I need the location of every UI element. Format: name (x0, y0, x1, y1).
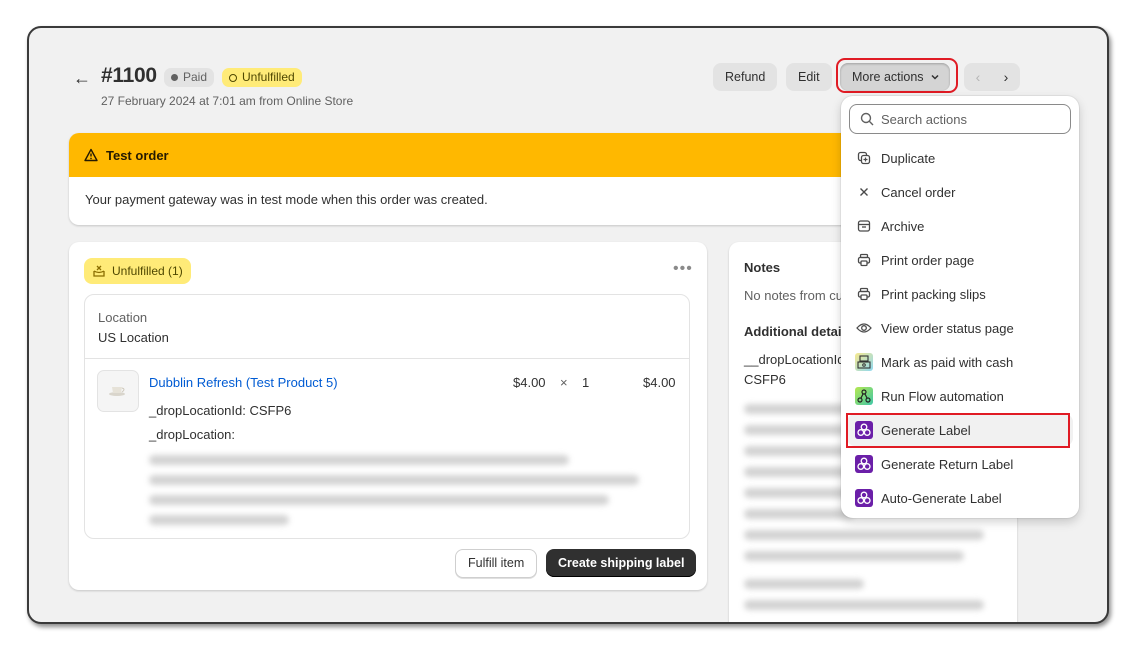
flow-app-icon (855, 387, 873, 405)
property-drop-location: _dropLocation: (149, 427, 236, 442)
menu-item-cancel-order[interactable]: Cancel order (847, 176, 1073, 208)
unfulfilled-count-label: Unfulfilled (1) (112, 264, 183, 278)
menu-item-label: Duplicate (881, 150, 936, 166)
test-order-banner: Test order Your payment gateway was in t… (69, 133, 869, 225)
menu-item-label: Print packing slips (881, 286, 986, 302)
menu-item-generate-return-label[interactable]: Generate Return Label (847, 448, 1073, 480)
menu-item-archive[interactable]: Archive (847, 210, 1073, 242)
menu-item-label: View order status page (881, 320, 1014, 336)
menu-item-label: Generate Return Label (881, 456, 1014, 472)
menu-item-label: Print order page (881, 252, 975, 268)
fulfillment-status-label: Unfulfilled (242, 70, 295, 84)
divider (85, 358, 689, 359)
additional-detail-key: __dropLocationId (744, 352, 845, 367)
search-actions-input[interactable] (881, 111, 1051, 127)
notes-title: Notes (744, 260, 781, 275)
quantity: 1 (582, 375, 590, 390)
payment-status-badge: Paid (164, 68, 215, 87)
label-app-icon (855, 421, 873, 439)
additional-detail-value: CSFP6 (744, 372, 786, 387)
blurred-address-json (149, 455, 639, 525)
banner-title: Test order (106, 147, 169, 163)
location-label: Location (98, 310, 148, 325)
fulfillment-details: Location US Location Dubblin Refresh (Te… (84, 294, 690, 539)
cash-app-icon (855, 353, 873, 371)
x-icon (855, 183, 873, 201)
menu-item-auto-generate-label[interactable]: Auto-Generate Label (847, 482, 1073, 514)
banner-header: Test order (69, 133, 869, 177)
search-icon (860, 112, 874, 126)
menu-item-duplicate[interactable]: Duplicate (847, 142, 1073, 174)
location-value: US Location (98, 330, 169, 345)
menu-item-label: Cancel order (881, 184, 956, 200)
menu-item-mark-paid-cash[interactable]: Mark as paid with cash (847, 346, 1073, 378)
ring-icon (229, 73, 237, 82)
printer-icon (855, 285, 873, 303)
menu-item-label: Mark as paid with cash (881, 354, 1014, 370)
duplicate-icon (855, 149, 873, 167)
card-more-options-icon[interactable]: ••• (673, 260, 693, 278)
menu-item-run-flow[interactable]: Run Flow automation (847, 380, 1073, 412)
refund-button[interactable]: Refund (713, 63, 778, 91)
menu-item-print-order-page[interactable]: Print order page (847, 244, 1073, 276)
unfulfilled-package-icon (93, 265, 105, 277)
more-actions-menu: Duplicate Cancel order Archive Print ord… (841, 96, 1079, 518)
menu-item-label: Auto-Generate Label (881, 490, 1002, 506)
order-date: 27 February 2024 at 7:01 am from Online … (101, 94, 354, 108)
create-shipping-label-button[interactable]: Create shipping label (546, 549, 697, 577)
next-order-button[interactable]: › (992, 63, 1020, 91)
menu-item-print-packing-slips[interactable]: Print packing slips (847, 278, 1073, 310)
product-thumbnail (97, 370, 139, 412)
chevron-down-icon (931, 74, 939, 80)
product-link[interactable]: Dubblin Refresh (Test Product 5) (149, 375, 338, 390)
dot-icon (171, 74, 178, 81)
times-sign: × (560, 375, 568, 390)
menu-item-label: Archive (881, 218, 925, 234)
menu-item-label: Run Flow automation (881, 388, 1004, 404)
label-app-icon (855, 489, 873, 507)
more-actions-label: More actions (852, 70, 924, 84)
edit-button[interactable]: Edit (786, 63, 832, 91)
menu-item-generate-label[interactable]: Generate Label (847, 414, 1073, 446)
back-arrow-icon[interactable]: ← (73, 68, 91, 89)
eye-icon (855, 319, 873, 337)
fulfillment-card: Unfulfilled (1) ••• Location US Location… (69, 242, 707, 590)
teacup-image-icon (109, 387, 125, 396)
printer-icon (855, 251, 873, 269)
warning-icon (84, 148, 98, 162)
fulfillment-status-badge: Unfulfilled (222, 68, 302, 87)
menu-item-label: Generate Label (881, 422, 971, 438)
line-total: $4.00 (643, 375, 676, 390)
unit-price: $4.00 (513, 375, 546, 390)
app-window: ← #1100 Paid Unfulfilled 27 February 202… (27, 26, 1109, 624)
previous-order-button[interactable]: ‹ (964, 63, 992, 91)
more-actions-button[interactable]: More actions (840, 63, 950, 91)
payment-status-label: Paid (183, 70, 208, 84)
banner-message: Your payment gateway was in test mode wh… (85, 192, 488, 207)
order-pagination: ‹ › (964, 63, 1020, 91)
unfulfilled-count-badge: Unfulfilled (1) (84, 258, 191, 284)
search-actions-field[interactable] (849, 104, 1071, 134)
archive-icon (855, 217, 873, 235)
page-title: #1100 (101, 64, 157, 87)
menu-item-view-order-status[interactable]: View order status page (847, 312, 1073, 344)
additional-details-title: Additional details (744, 324, 853, 339)
fulfill-item-button[interactable]: Fulfill item (455, 549, 538, 578)
label-app-icon (855, 455, 873, 473)
property-drop-location-id: _dropLocationId: CSFP6 (149, 403, 292, 418)
